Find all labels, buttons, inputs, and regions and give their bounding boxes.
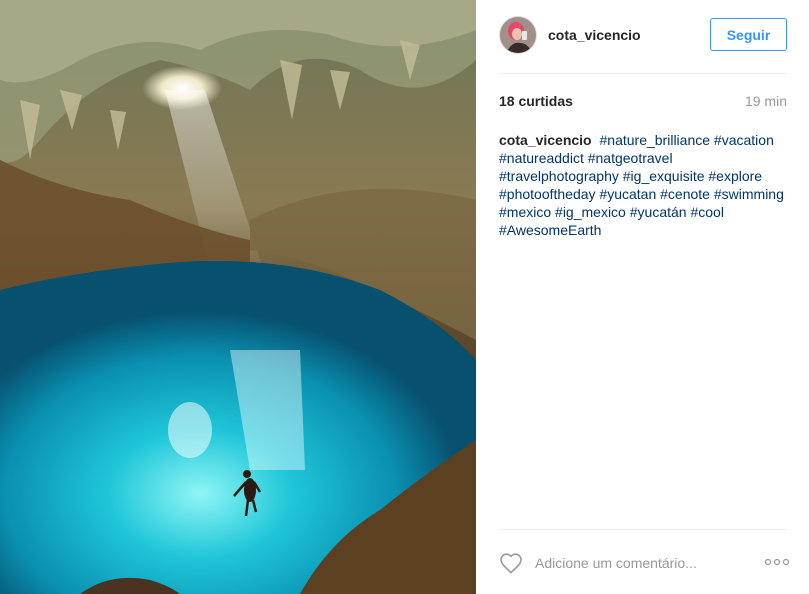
post-time[interactable]: 19 min bbox=[745, 93, 787, 109]
hashtag-link[interactable]: #ig_mexico bbox=[555, 204, 626, 220]
more-options-icon[interactable] bbox=[765, 557, 789, 567]
hashtag-link[interactable]: #AwesomeEarth bbox=[499, 222, 601, 238]
heart-icon[interactable] bbox=[499, 552, 523, 574]
hashtag-link[interactable]: #swimming bbox=[714, 186, 784, 202]
hashtag-link[interactable]: #yucatán bbox=[630, 204, 687, 220]
post-sidebar: cota_vicencio Seguir 18 curtidas 19 min … bbox=[476, 0, 809, 594]
hashtag-link[interactable]: #explore bbox=[708, 168, 762, 184]
instagram-post: cota_vicencio Seguir 18 curtidas 19 min … bbox=[0, 0, 809, 594]
hashtag-link[interactable]: #vacation bbox=[714, 132, 774, 148]
cenote-photo bbox=[0, 0, 476, 594]
hashtag-link[interactable]: #ig_exquisite bbox=[623, 168, 705, 184]
hashtag-link[interactable]: #mexico bbox=[499, 204, 551, 220]
hashtag-link[interactable]: #cool bbox=[690, 204, 723, 220]
hashtag-link[interactable]: #yucatan bbox=[599, 186, 656, 202]
post-stats: 18 curtidas 19 min bbox=[499, 93, 787, 109]
hashtag-link[interactable]: #cenote bbox=[660, 186, 710, 202]
post-caption: cota_vicencio #nature_brilliance #vacati… bbox=[499, 131, 791, 239]
hashtag-link[interactable]: #photooftheday bbox=[499, 186, 596, 202]
hashtag-link[interactable]: #natureaddict bbox=[499, 150, 584, 166]
follow-button[interactable]: Seguir bbox=[710, 18, 787, 51]
likes-count[interactable]: 18 curtidas bbox=[499, 93, 573, 109]
comment-bar bbox=[499, 548, 789, 578]
profile-photo bbox=[500, 17, 536, 53]
post-header: cota_vicencio Seguir bbox=[499, 13, 787, 57]
header-divider bbox=[499, 73, 787, 74]
caption-username[interactable]: cota_vicencio bbox=[499, 132, 592, 148]
hashtag-link[interactable]: #travelphotography bbox=[499, 168, 619, 184]
author-username[interactable]: cota_vicencio bbox=[548, 27, 641, 43]
footer-divider bbox=[499, 529, 787, 530]
comment-input[interactable] bbox=[535, 555, 745, 571]
post-photo[interactable] bbox=[0, 0, 476, 594]
hashtag-link[interactable]: #natgeotravel bbox=[588, 150, 673, 166]
hashtag-link[interactable]: #nature_brilliance bbox=[600, 132, 711, 148]
avatar[interactable] bbox=[499, 16, 537, 54]
